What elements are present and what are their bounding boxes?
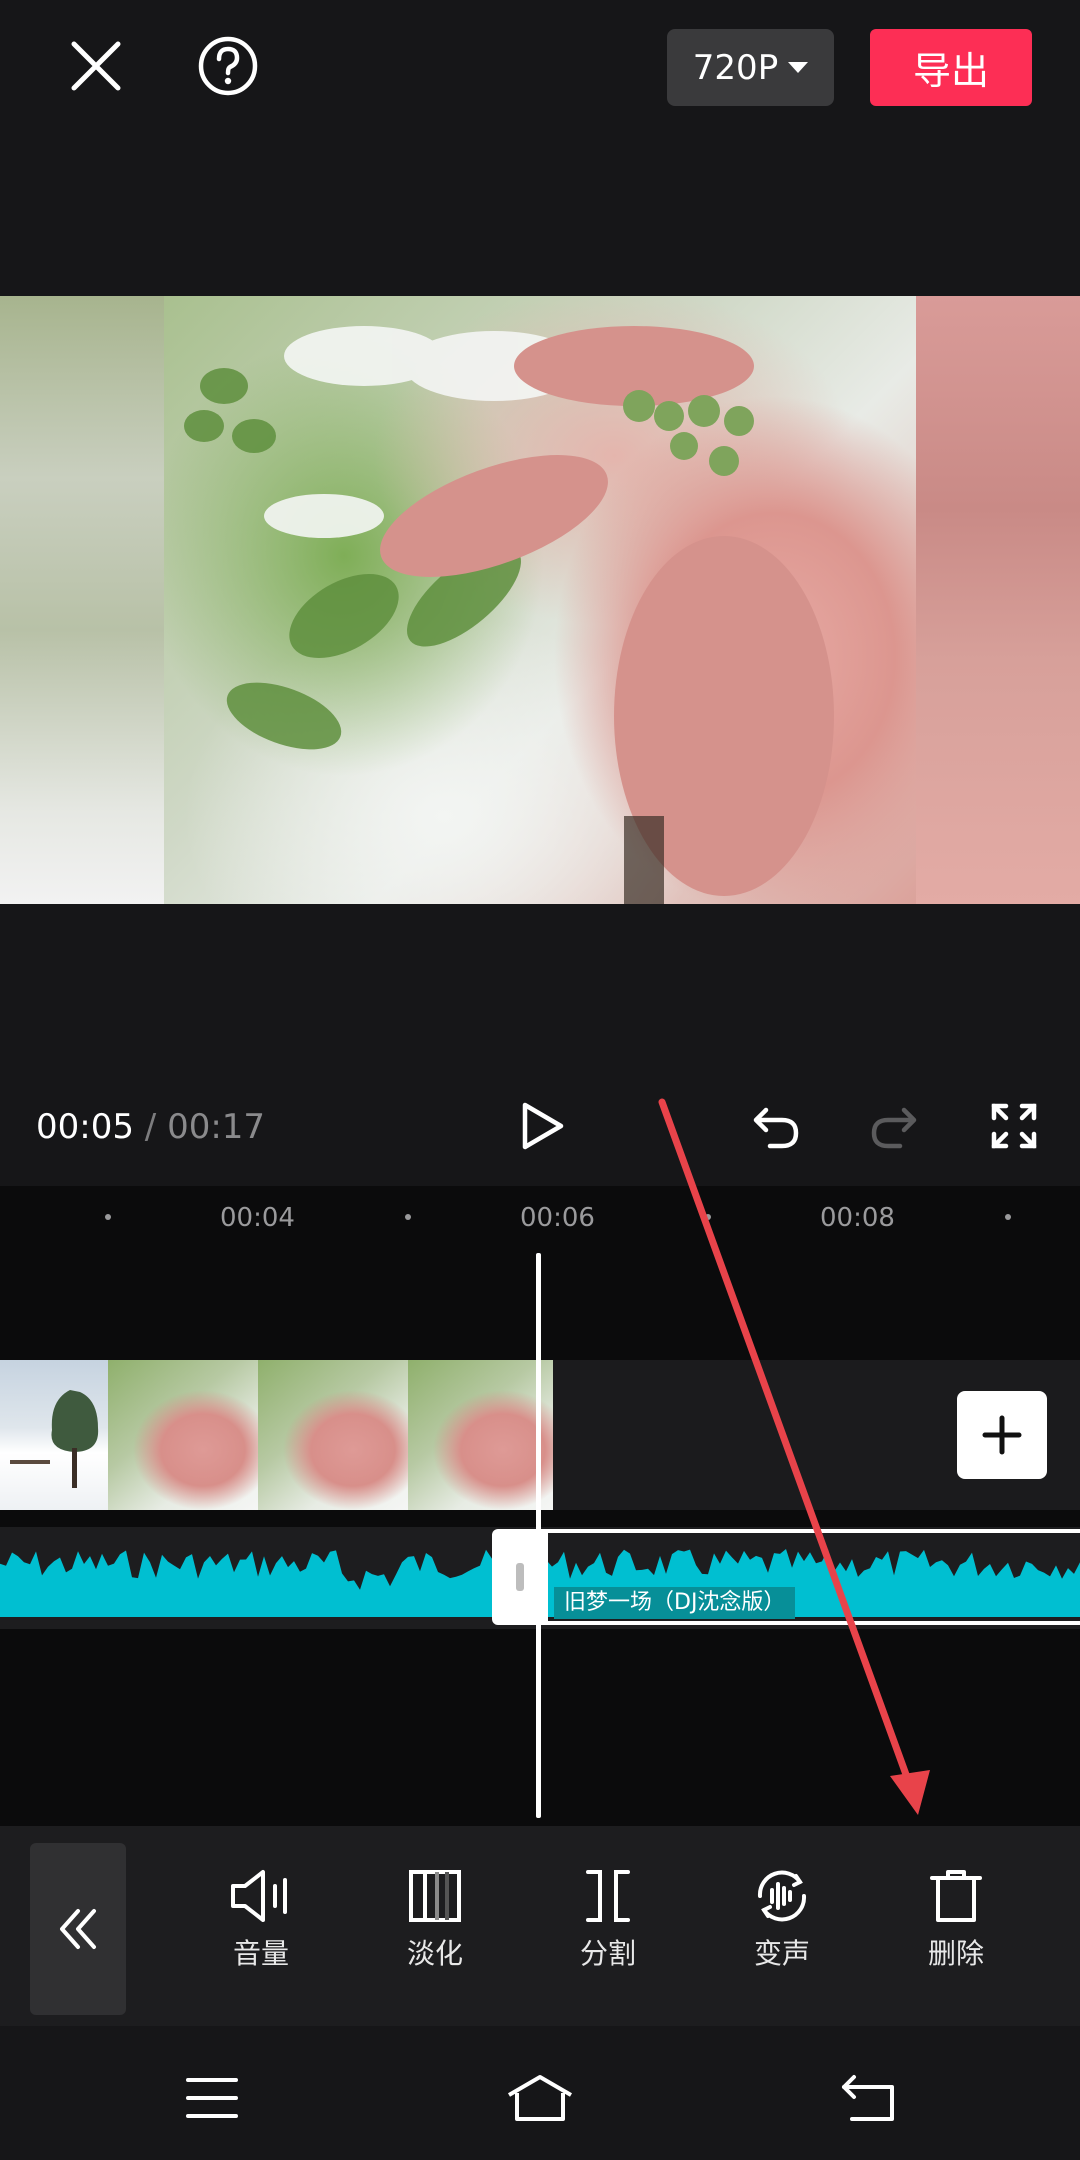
help-icon[interactable] [192, 30, 264, 102]
add-clip-button[interactable] [957, 1391, 1047, 1479]
tool-fade[interactable]: 淡化 [375, 1868, 495, 1998]
tool-label: 变声 [753, 1937, 810, 1970]
time-separator: / [133, 1107, 168, 1147]
preview-frame [164, 296, 916, 904]
tool-label: 音量 [232, 1937, 289, 1970]
redo-icon[interactable] [862, 1094, 926, 1158]
undo-icon[interactable] [744, 1094, 808, 1158]
ruler-label: 00:08 [820, 1203, 895, 1233]
split-icon [586, 1870, 630, 1922]
voice-change-icon [757, 1870, 807, 1922]
fullscreen-icon[interactable] [982, 1094, 1046, 1158]
export-button[interactable]: 导出 [870, 29, 1032, 106]
ruler-label: 00:06 [520, 1203, 595, 1233]
ruler-tick [105, 1214, 111, 1220]
chevron-down-icon [788, 61, 809, 73]
tool-label: 淡化 [406, 1937, 463, 1970]
play-icon[interactable] [510, 1094, 574, 1158]
collapse-button[interactable] [30, 1843, 126, 2015]
close-icon[interactable] [60, 30, 132, 102]
ruler-tick [1005, 1214, 1011, 1220]
tool-volume[interactable]: 音量 [201, 1868, 321, 1998]
tool-split[interactable]: 分割 [548, 1868, 668, 1998]
tool-label: 分割 [579, 1937, 636, 1970]
ruler-label: 00:04 [220, 1203, 295, 1233]
video-clip-thumbnail[interactable] [408, 1360, 553, 1510]
delete-icon [930, 1870, 982, 1922]
video-clip-thumbnail[interactable] [258, 1360, 408, 1510]
tool-voice-change[interactable]: 变声 [722, 1868, 842, 1998]
video-preview[interactable] [0, 296, 1080, 904]
snow-tree-thumbnail [10, 1390, 99, 1488]
plus-icon [982, 1415, 1022, 1455]
video-clip-thumbnail[interactable] [108, 1360, 258, 1510]
resolution-label: 720P [692, 47, 779, 88]
back-icon[interactable] [836, 2066, 900, 2130]
ruler-tick [405, 1214, 411, 1220]
time-display: 00:05 / 00:17 [36, 1107, 265, 1147]
fade-icon [409, 1870, 461, 1922]
frozen-buds-image [184, 326, 834, 904]
audio-track-name: 旧梦一场（DJ沈念版） [554, 1587, 796, 1619]
tool-delete[interactable]: 删除 [896, 1868, 1016, 1998]
resolution-dropdown[interactable]: 720P [667, 29, 834, 106]
current-time: 00:05 [36, 1107, 134, 1147]
double-chevron-left-icon [60, 1909, 96, 1949]
volume-icon [231, 1870, 287, 1922]
video-clip-thumbnail[interactable] [0, 1360, 108, 1510]
home-icon[interactable] [500, 2066, 580, 2130]
menu-icon[interactable] [180, 2068, 244, 2128]
playhead[interactable] [536, 1253, 541, 1818]
preview-blur-background-left [0, 296, 164, 904]
ruler-tick [705, 1214, 711, 1220]
total-time: 00:17 [167, 1107, 266, 1147]
preview-blur-background-right [916, 296, 1080, 904]
tool-label: 删除 [927, 1937, 984, 1970]
